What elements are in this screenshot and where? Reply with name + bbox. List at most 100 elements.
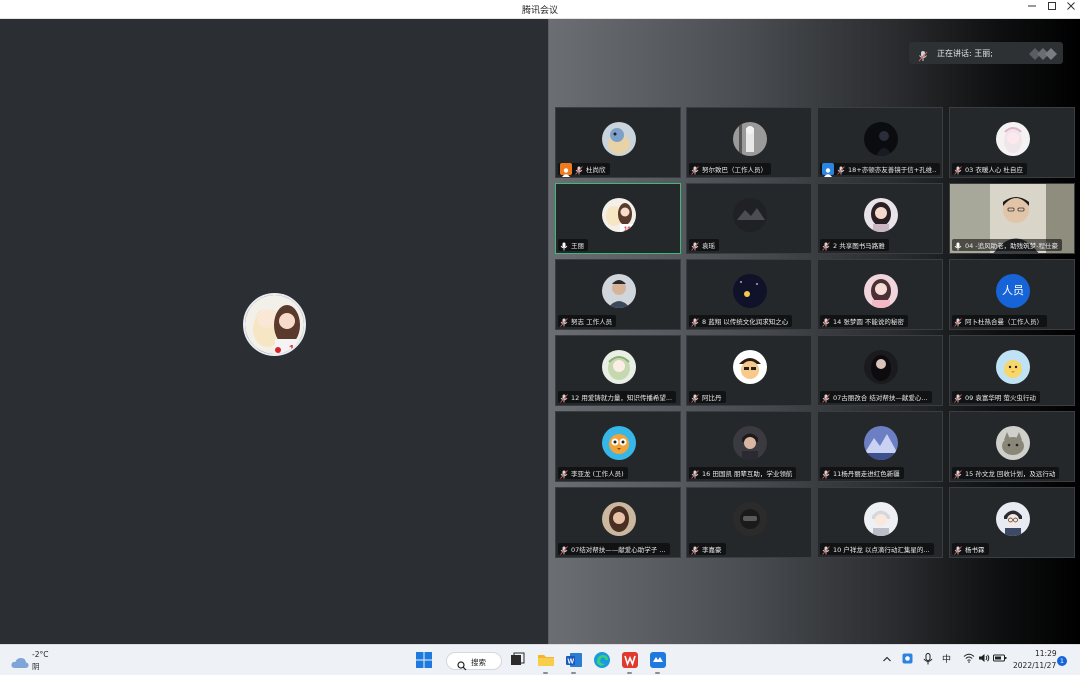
mic-muted-icon xyxy=(822,312,830,330)
participant-label: 04 -追风助老，助残筑梦-程仕豪 xyxy=(952,239,1063,251)
participant-tile[interactable]: 10 户祥龙 以点滴行动汇集星的... xyxy=(817,487,943,558)
participant-label: 2 共享图书马路雅 xyxy=(820,239,889,251)
app-tray-icon[interactable] xyxy=(902,653,913,667)
wps-icon[interactable] xyxy=(621,651,639,669)
wifi-icon[interactable] xyxy=(963,653,975,666)
participant-avatar xyxy=(602,502,636,536)
cloud-icon[interactable] xyxy=(11,654,29,673)
file-explorer-icon[interactable] xyxy=(537,651,555,669)
participant-tile[interactable]: 14 张梦圆 不能说的秘密 xyxy=(817,259,943,330)
svg-text:10: 10 xyxy=(624,227,631,232)
participant-avatar xyxy=(733,122,767,156)
weather-temperature[interactable]: -2°C xyxy=(32,650,48,659)
participant-tile[interactable]: 04 -追风助老，助残筑梦-程仕豪 xyxy=(949,183,1075,254)
mic-muted-icon xyxy=(560,312,568,330)
microphone-icon[interactable] xyxy=(923,653,933,668)
participant-label: 努尔致巴（工作人员） xyxy=(689,163,771,175)
chevron-up-icon[interactable] xyxy=(882,654,892,667)
participant-avatar xyxy=(864,274,898,308)
participant-tile[interactable]: 07结对帮扶——献爱心助学子 ... xyxy=(555,487,681,558)
input-language[interactable]: 中 xyxy=(942,652,951,665)
participant-avatar xyxy=(864,122,898,156)
participant-label: 07结对帮扶——献爱心助学子 ... xyxy=(558,543,670,555)
svg-text:W: W xyxy=(568,659,575,666)
participant-tile[interactable]: 15 孙文龙 回收计划，及远行动 xyxy=(949,411,1075,482)
mic-muted-icon xyxy=(560,540,568,558)
edge-icon[interactable] xyxy=(593,651,611,669)
minimize-button[interactable] xyxy=(1022,1,1042,17)
word-icon[interactable]: W xyxy=(565,651,583,669)
close-button[interactable] xyxy=(1061,1,1080,17)
participant-name: 王丽 xyxy=(571,242,584,250)
participant-avatar xyxy=(733,426,767,460)
participant-avatar xyxy=(996,350,1030,384)
participant-name: 李亚龙 (工作人员) xyxy=(571,470,624,478)
participant-tile[interactable]: 李亚龙 (工作人员) xyxy=(555,411,681,482)
mic-muted-icon xyxy=(691,160,699,178)
volume-icon[interactable] xyxy=(978,653,990,666)
participant-name: 2 共享图书马路雅 xyxy=(833,242,885,250)
participant-label: 03 衣暖人心 杜自应 xyxy=(952,163,1027,175)
battery-icon[interactable] xyxy=(993,653,1007,666)
participant-name: 阿卜杜热合曼（工作人员） xyxy=(965,318,1043,326)
participant-avatar xyxy=(602,122,636,156)
participant-avatar xyxy=(733,502,767,536)
speaking-text: 正在讲话: 王丽; xyxy=(937,49,993,58)
participant-label: 王丽 xyxy=(558,239,588,251)
participant-name: 07古丽孜合 结对帮扶—献爱心... xyxy=(833,394,928,402)
participant-label: 07古丽孜合 结对帮扶—献爱心... xyxy=(820,391,932,403)
tencent-meeting-icon[interactable] xyxy=(649,651,667,669)
participant-label: 8 蓝翔 以传统文化润求知之心 xyxy=(689,315,793,327)
participant-avatar xyxy=(864,426,898,460)
participant-tile[interactable]: 11杨丹丽走进红色新疆 xyxy=(817,411,943,482)
notification-badge[interactable]: 1 xyxy=(1057,656,1067,666)
running-indicator xyxy=(543,672,548,674)
participant-tile[interactable]: 09 袁富华明 萤火虫行动 xyxy=(949,335,1075,406)
participant-tile[interactable]: 8 蓝翔 以传统文化润求知之心 xyxy=(686,259,812,330)
participant-tile[interactable]: 07古丽孜合 结对帮扶—献爱心... xyxy=(817,335,943,406)
participant-tile[interactable]: 2 共享图书马路雅 xyxy=(817,183,943,254)
participant-tile[interactable]: 03 衣暖人心 杜自应 xyxy=(949,107,1075,178)
participant-tile[interactable]: 12 用爱铸就力量，知识传播希望... xyxy=(555,335,681,406)
participant-tile[interactable]: 阿比丹 xyxy=(686,335,812,406)
task-view-icon[interactable] xyxy=(508,651,526,669)
running-indicator xyxy=(571,672,576,674)
participant-label: 李亚龙 (工作人员) xyxy=(558,467,628,479)
participant-avatar xyxy=(733,274,767,308)
participant-name: 03 衣暖人心 杜自应 xyxy=(965,166,1023,174)
participant-tile[interactable]: 杜尚欣 xyxy=(555,107,681,178)
mic-muted-icon xyxy=(822,236,830,254)
mic-muted-icon xyxy=(822,540,830,558)
main-speaker-avatar: 10 xyxy=(243,293,306,356)
taskbar-search[interactable]: 搜索 xyxy=(446,652,502,671)
participant-tile[interactable]: 16 田国凯 朋辈互助，学业领航 xyxy=(686,411,812,482)
participant-name: 15 孙文龙 回收计划，及远行动 xyxy=(965,470,1056,478)
search-icon xyxy=(457,656,467,675)
maximize-button[interactable] xyxy=(1042,1,1062,17)
weather-condition[interactable]: 阴 xyxy=(32,661,40,672)
mic-icon xyxy=(917,47,929,66)
participant-label: 阿卜杜热合曼（工作人员） xyxy=(952,315,1047,327)
participant-name: 12 用爱铸就力量，知识传播希望... xyxy=(571,394,673,402)
participant-name: 杜尚欣 xyxy=(586,166,606,174)
clock-date[interactable]: 2022/11/27 xyxy=(1013,661,1056,670)
mic-muted-icon xyxy=(691,464,699,482)
participant-name: 10 户祥龙 以点滴行动汇集星的... xyxy=(833,546,930,554)
participant-tile[interactable]: 努尔致巴（工作人员） xyxy=(686,107,812,178)
participant-label: 阿比丹 xyxy=(689,391,726,403)
participant-tile[interactable]: 18+亦顿亦友善镜于信+孔维... xyxy=(817,107,943,178)
participant-avatar xyxy=(996,122,1030,156)
participant-avatar: 10 xyxy=(602,198,636,232)
participant-tile[interactable]: 杨书霖 xyxy=(949,487,1075,558)
participant-tile[interactable]: 李嘉豪 xyxy=(686,487,812,558)
participant-tile[interactable]: 10 王丽 xyxy=(555,183,681,254)
participant-tile[interactable]: 袁瑶 xyxy=(686,183,812,254)
clock-time[interactable]: 11:29 xyxy=(1035,649,1057,658)
participant-label: 杨书霖 xyxy=(952,543,989,555)
participant-name: 袁瑶 xyxy=(702,242,715,250)
participant-name: 阿比丹 xyxy=(702,394,722,402)
start-button[interactable] xyxy=(415,651,433,669)
participant-tile[interactable]: 努志 工作人员 xyxy=(555,259,681,330)
participant-tile[interactable]: 人员 阿卜杜热合曼（工作人员） xyxy=(949,259,1075,330)
mic-muted-icon xyxy=(691,236,699,254)
